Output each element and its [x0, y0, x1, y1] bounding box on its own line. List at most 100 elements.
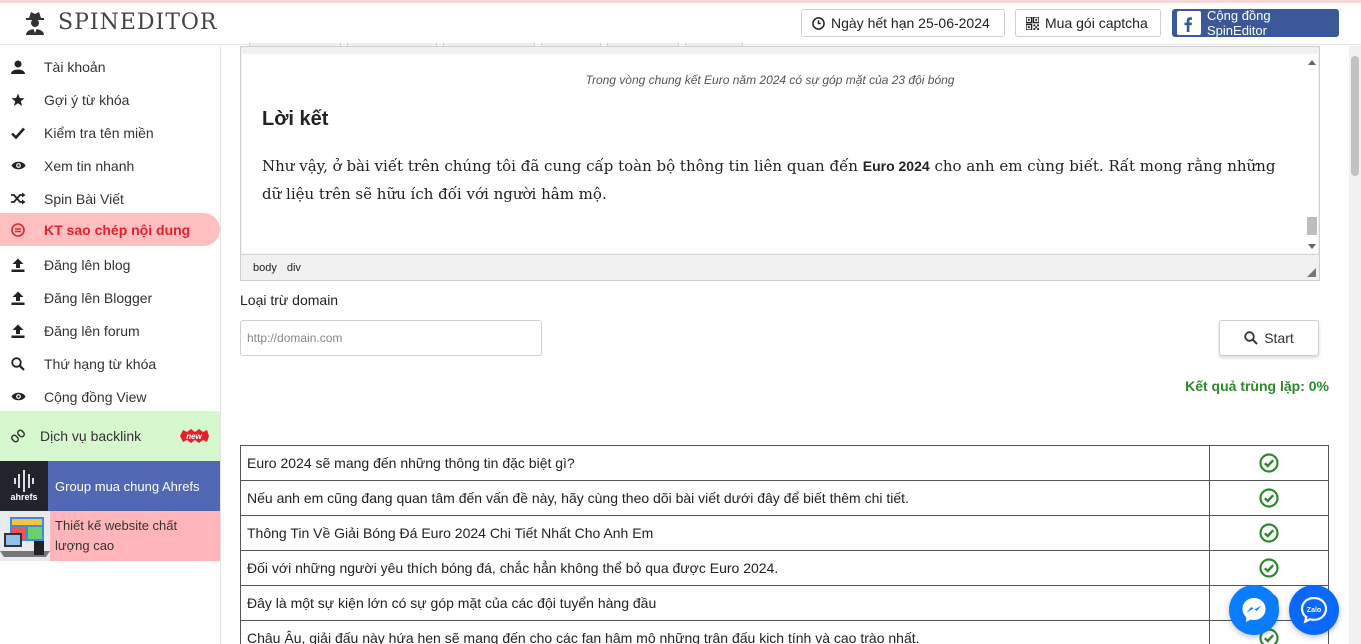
sidebar-item-post-blogger[interactable]: Đăng lên Blogger: [0, 281, 220, 314]
copy-check-icon: [10, 222, 26, 238]
upload-icon: [10, 257, 26, 273]
result-sentence: Thông Tin Về Giải Bóng Đá Euro 2024 Chi …: [241, 516, 1210, 550]
toolbar-button[interactable]: [249, 43, 341, 47]
backlink-label: Dịch vụ backlink: [40, 428, 142, 444]
sidebar-item-label: Đăng lên Blogger: [44, 289, 153, 306]
qr-code-icon: [1026, 16, 1039, 30]
sidebar-item-keyword-rank[interactable]: Thứ hạng từ khóa: [0, 347, 220, 380]
table-row: Đây là một sự kiện lớn có sự góp mặt của…: [240, 586, 1329, 621]
sidebar-item-label: Đăng lên blog: [44, 256, 131, 273]
sidebar-item-label: Cộng đồng View: [44, 388, 147, 405]
logo[interactable]: SPINEDITOR: [22, 9, 217, 35]
upload-icon: [10, 290, 26, 306]
toolbar-button[interactable]: [607, 43, 679, 47]
page-scroll-thumb[interactable]: [1351, 56, 1359, 176]
sidebar-item-label: Tài khoản: [44, 58, 106, 75]
sidebar-item-label: Thứ hạng từ khóa: [44, 355, 157, 372]
sidebar-item-spin-article[interactable]: Spin Bài Viết: [0, 182, 220, 215]
toolbar-button[interactable]: [347, 43, 437, 47]
zalo-icon: Zalo: [1300, 596, 1328, 624]
editor-scrollbar[interactable]: [1306, 54, 1318, 253]
ahrefs-thumbnail: ahrefs: [0, 461, 48, 511]
spy-logo-icon: [26, 12, 44, 35]
buy-captcha-button[interactable]: Mua gói captcha: [1015, 9, 1161, 37]
eye-icon: [10, 389, 26, 405]
editor-scroll-thumb[interactable]: [1307, 217, 1317, 235]
scroll-up-arrow-icon[interactable]: [1308, 60, 1316, 65]
svg-text:new: new: [186, 432, 202, 441]
table-row: Đối với những người yêu thích bóng đá, c…: [240, 551, 1329, 586]
check-icon: [10, 125, 26, 141]
start-button[interactable]: Start: [1219, 320, 1319, 356]
result-sentence: Euro 2024 sẽ mang đến những thông tin đặ…: [241, 446, 1210, 480]
unique-check-icon: [1210, 481, 1328, 515]
promo-ahrefs-label: Group mua chung Ahrefs: [55, 478, 200, 494]
sidebar-item-label: Spin Bài Viết: [44, 190, 124, 207]
result-sentence: Đây là một sự kiện lớn có sự góp mặt của…: [241, 586, 1210, 620]
exclude-domain-input[interactable]: [240, 320, 542, 356]
facebook-community-button[interactable]: Cộng đồng SpinEditor: [1172, 8, 1339, 38]
sidebar-item-label: Gợi ý từ khóa: [44, 91, 130, 108]
promo-ahrefs-group[interactable]: ahrefs Group mua chung Ahrefs: [0, 461, 220, 511]
new-badge-icon: new: [180, 429, 209, 443]
element-path-body[interactable]: body: [253, 262, 277, 274]
article-heading: Lời kết: [262, 108, 329, 130]
spy-figure-icon: [14, 470, 34, 492]
start-button-label: Start: [1264, 330, 1294, 346]
article-paragraph: Như vậy, ở bài viết trên chúng tôi đã cu…: [262, 152, 1287, 208]
brand-name: SPINEDITOR: [58, 9, 218, 35]
zalo-chat-button[interactable]: Zalo: [1289, 585, 1339, 635]
sidebar-item-domain-check[interactable]: Kiểm tra tên miền: [0, 116, 220, 149]
clock-icon: [812, 16, 825, 30]
facebook-community-label: Cộng đồng SpinEditor: [1207, 8, 1271, 38]
sidebar-item-community-view[interactable]: Cộng đồng View: [0, 380, 220, 413]
editor-content-area[interactable]: Trong vòng chung kết Euro năm 2024 có sự…: [242, 54, 1308, 253]
sidebar-item-label: KT sao chép nội dung: [44, 221, 191, 238]
messenger-icon: [1242, 598, 1266, 622]
table-row: Thông Tin Về Giải Bóng Đá Euro 2024 Chi …: [240, 516, 1329, 551]
sidebar: Tài khoản Gợi ý từ khóa Kiểm tra tên miề…: [0, 46, 221, 644]
page-scrollbar[interactable]: [1349, 46, 1361, 644]
eye-icon: [10, 158, 26, 174]
content-editor[interactable]: Trong vòng chung kết Euro năm 2024 có sự…: [240, 43, 1321, 281]
expire-date-label: Ngày hết hạn 25-06-2024: [831, 15, 990, 31]
element-path-div[interactable]: div: [287, 262, 301, 274]
paragraph-keyword: Euro 2024: [862, 158, 930, 174]
promo-web-design-label: Thiết kế website chất lượng cao: [55, 518, 178, 553]
paragraph-text-start: Như vậy, ở bài viết trên chúng tôi đã cu…: [262, 157, 863, 175]
expire-date-button[interactable]: Ngày hết hạn 25-06-2024: [801, 9, 1005, 37]
promo-web-design[interactable]: Thiết kế website chất lượng cao: [0, 511, 220, 561]
toolbar-button[interactable]: [443, 43, 535, 47]
exclude-domain-label: Loại trừ domain: [240, 292, 339, 308]
svg-text:Zalo: Zalo: [1307, 607, 1321, 614]
user-icon: [10, 59, 26, 75]
upload-icon: [10, 323, 26, 339]
sidebar-item-post-blog[interactable]: Đăng lên blog: [0, 248, 220, 281]
search-icon: [1244, 331, 1258, 345]
ahrefs-thumb-text: ahrefs: [10, 492, 38, 502]
header: SPINEDITOR Ngày hết hạn 25-06-2024 Mua g…: [0, 3, 1361, 45]
shuffle-icon: [10, 191, 26, 207]
buy-captcha-label: Mua gói captcha: [1045, 15, 1148, 31]
sidebar-item-keyword-suggest[interactable]: Gợi ý từ khóa: [0, 83, 220, 116]
table-row: Châu Âu, giải đấu này hứa hẹn sẽ mang đế…: [240, 621, 1329, 644]
resize-handle-icon[interactable]: [1307, 268, 1316, 277]
editor-toolbar-partial: [241, 43, 1321, 47]
sidebar-item-copy-check[interactable]: KT sao chép nội dung: [0, 213, 220, 246]
messenger-chat-button[interactable]: [1229, 585, 1279, 635]
unique-check-icon: [1210, 551, 1328, 585]
toolbar-button[interactable]: [541, 43, 601, 47]
sidebar-item-quick-news[interactable]: Xem tin nhanh: [0, 149, 220, 182]
sidebar-item-label: Kiểm tra tên miền: [44, 124, 154, 141]
scroll-down-arrow-icon[interactable]: [1308, 244, 1316, 249]
editor-statusbar: body div: [241, 254, 1319, 280]
sidebar-item-label: Xem tin nhanh: [44, 157, 135, 174]
toolbar-button[interactable]: [685, 43, 743, 47]
sidebar-item-post-forum[interactable]: Đăng lên forum: [0, 314, 220, 347]
sidebar-item-account[interactable]: Tài khoản: [0, 50, 220, 83]
image-caption: Trong vòng chung kết Euro năm 2024 có sự…: [585, 73, 955, 87]
result-sentence: Nếu anh em cũng đang quan tâm đến vấn đề…: [241, 481, 1210, 515]
star-icon: [10, 92, 26, 108]
sidebar-item-backlink-service[interactable]: Dịch vụ backlink new: [0, 411, 220, 461]
unique-check-icon: [1210, 516, 1328, 550]
